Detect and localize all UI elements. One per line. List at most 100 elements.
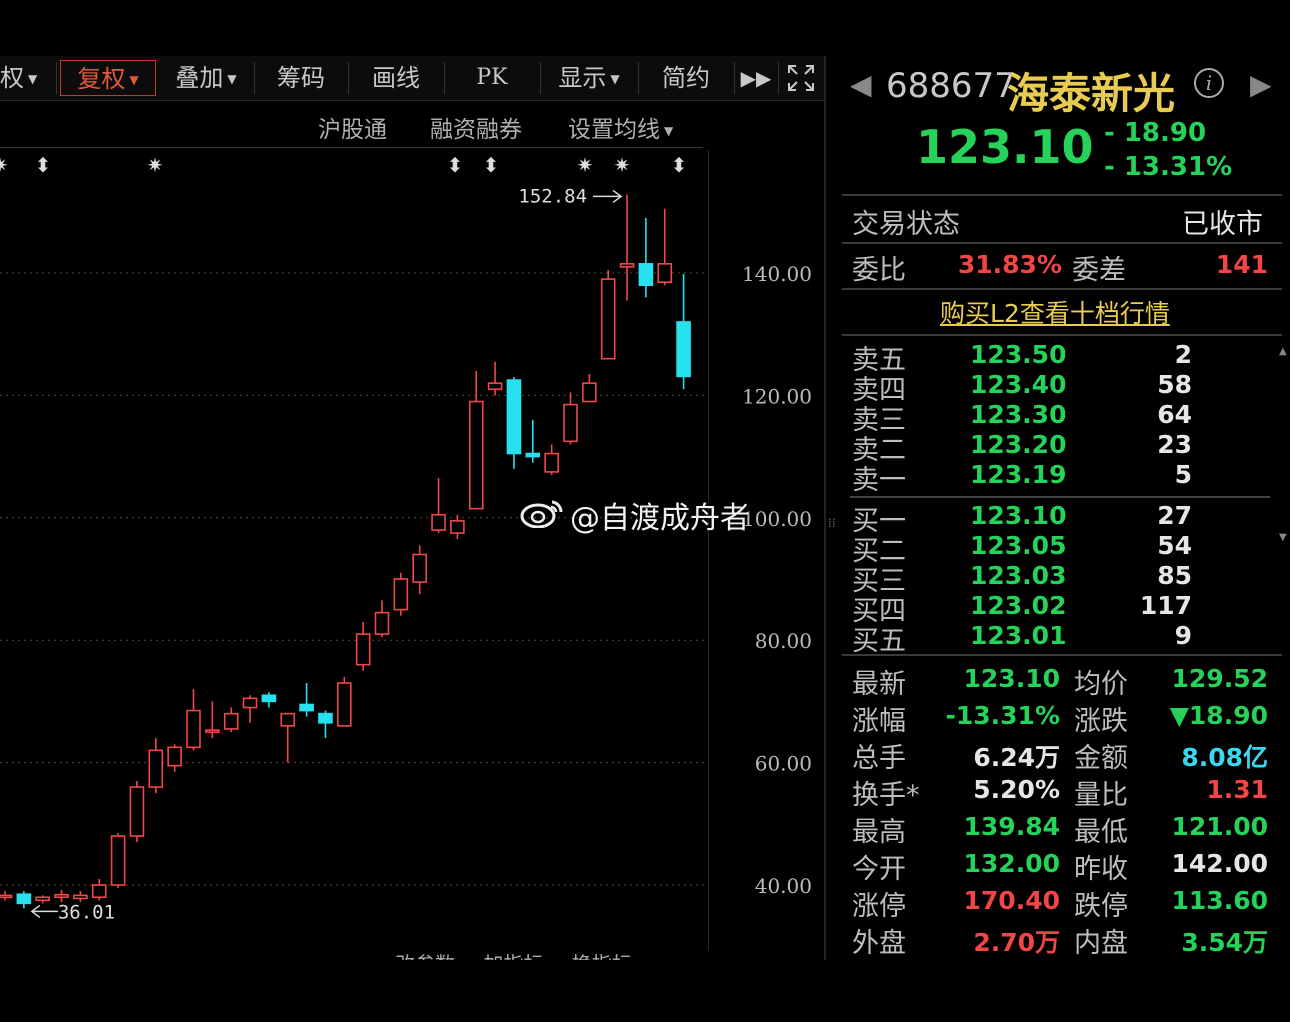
candle-body [487, 382, 503, 391]
stat-value: -13.31% [945, 701, 1060, 730]
axis-divider [708, 150, 709, 950]
bid-price[interactable]: 123.02 [970, 591, 1066, 620]
bid-price[interactable]: 123.05 [970, 531, 1066, 560]
toolbar-partial-item[interactable]: 权 ▼ [0, 60, 40, 96]
toolbar-label: 画线 [372, 64, 420, 92]
fullscreen-icon[interactable] [782, 60, 820, 96]
set-ma-label: 设置均线 [568, 117, 660, 143]
ask-price[interactable]: 123.19 [970, 460, 1066, 489]
gridlines [0, 272, 708, 886]
ask-price[interactable]: 123.30 [970, 400, 1066, 429]
scroll-down-icon[interactable]: ▼ [1279, 532, 1287, 543]
stat-value: 129.52 [1171, 664, 1268, 693]
candle-body [129, 786, 145, 837]
candlestick-chart[interactable]: ✷ ✷ ✷ ✷ ⬍ ⬍ ⬍ ⬍ 140.00 120.00 100.00 80.00 60.00 40.… [0, 150, 826, 960]
l2-upgrade-link[interactable]: 购买L2查看十档行情 [940, 294, 1170, 330]
ask-price[interactable]: 123.50 [970, 340, 1066, 369]
toolbar-overlay-button[interactable]: 叠加 ▼ [160, 60, 252, 96]
toolbar-draw-button[interactable]: 画线 [350, 60, 442, 96]
stat-value: 121.00 [1171, 812, 1268, 841]
stat-label: 涨跌 [1074, 706, 1128, 737]
stat-value: 113.60 [1171, 886, 1268, 915]
stock-name: 海泰新光 [1007, 69, 1176, 118]
stat-label: 跌停 [1074, 891, 1128, 922]
ask-price[interactable]: 123.20 [970, 430, 1066, 459]
book-scrollbar[interactable]: ▲ ▼ [1279, 346, 1287, 546]
book-divider [850, 496, 1270, 498]
candle-body [91, 884, 107, 899]
candle-body [148, 749, 164, 788]
toolbar-simple-button[interactable]: 简约 [640, 60, 732, 96]
info-icon[interactable]: i [1194, 68, 1224, 98]
event-markers: ✷ ✷ ✷ ✷ ⬍ ⬍ ⬍ ⬍ [0, 153, 687, 177]
bid-price[interactable]: 123.01 [970, 621, 1066, 650]
weibi-value: 31.83% [957, 250, 1062, 279]
stat-value: ▼18.90 [1169, 701, 1268, 730]
hgt-link[interactable]: 沪股通 [318, 110, 387, 144]
prev-stock-icon[interactable]: ◀ [850, 68, 872, 101]
price-change-percent: - 13.31% [1104, 152, 1233, 182]
candle-body [16, 893, 32, 905]
y-tick-label: 100.00 [742, 507, 812, 531]
margin-trading-link[interactable]: 融资融券 [430, 110, 522, 144]
candle-body [35, 896, 51, 902]
stat-value: 123.10 [963, 664, 1060, 693]
y-tick-label: 40.00 [755, 874, 812, 898]
bid-price[interactable]: 123.03 [970, 561, 1066, 590]
event-arrow-icon: ⬍ [447, 153, 464, 177]
candle-body [0, 894, 13, 899]
event-star-icon: ✷ [577, 153, 594, 177]
divider [842, 334, 1282, 336]
stat-value: 2.70万 [973, 928, 1060, 957]
toolbar-label: 显示 [558, 64, 607, 92]
stat-value: 142.00 [1171, 849, 1268, 878]
toolbar-label: PK [476, 65, 508, 90]
ask-volume: 2 [1174, 340, 1192, 369]
candle-body [619, 263, 635, 268]
last-price: 123.10 [916, 120, 1094, 174]
stat-label: 最低 [1074, 817, 1128, 848]
scroll-up-icon[interactable]: ▲ [1279, 346, 1287, 357]
fast-forward-icon[interactable]: ▶▶ [738, 60, 774, 96]
toolbar-partial-label: 权 [0, 64, 24, 92]
weicha-label: 委差 [1072, 255, 1126, 286]
divider [0, 147, 703, 148]
splitter-handle-icon[interactable]: ⁞⁞ [828, 516, 836, 530]
stat-label: 最新 [852, 669, 906, 700]
toolbar-pk-button[interactable]: PK [446, 60, 538, 96]
low-price-label: 36.01 [58, 901, 115, 923]
candle-body [600, 278, 616, 360]
candle-body [544, 452, 559, 473]
y-tick-label: 140.00 [742, 262, 812, 286]
toolbar-fuquan-button[interactable]: 复权 ▼ [60, 60, 156, 96]
candle-body [73, 894, 88, 900]
trade-status-label: 交易状态 [852, 209, 960, 240]
set-ma-button[interactable]: 设置均线 ▼ [568, 110, 673, 144]
next-stock-icon[interactable]: ▶ [1250, 68, 1272, 101]
toolbar-chips-button[interactable]: 筹码 [256, 60, 346, 96]
quote-panel: ◀ 688677 海泰新光 i ▶ 123.10 - 18.90 - 13.31… [842, 56, 1290, 960]
event-star-icon: ✷ [147, 153, 164, 177]
candle-body [318, 712, 333, 724]
ask-price[interactable]: 123.40 [970, 370, 1066, 399]
weibo-logo-icon [520, 500, 563, 528]
candle-body [506, 379, 522, 455]
bid-price[interactable]: 123.10 [970, 501, 1066, 530]
candle-body [261, 694, 277, 703]
bid-volume: 117 [1139, 591, 1192, 620]
caret-down-icon: ▼ [664, 123, 674, 138]
ask-volume: 64 [1157, 400, 1192, 429]
chart-toolbar: 权 ▼ 复权 ▼ 叠加 ▼ 筹码 画线 PK 显示 ▼ 简约 ▶▶ [0, 56, 826, 101]
stat-label: 今开 [852, 854, 906, 885]
letterbox-bottom [0, 960, 1290, 1022]
stat-label: 外盘 [852, 928, 906, 959]
ask-volume: 5 [1174, 460, 1192, 489]
candle-body [167, 746, 182, 767]
stat-value: 1.31 [1206, 775, 1268, 804]
toolbar-display-button[interactable]: 显示 ▼ [542, 60, 636, 96]
candle-body [676, 321, 691, 378]
candle-body [450, 520, 465, 534]
divider [842, 242, 1282, 244]
trade-status-value: 已收市 [1182, 209, 1263, 240]
price-change: - 18.90 [1104, 118, 1207, 148]
